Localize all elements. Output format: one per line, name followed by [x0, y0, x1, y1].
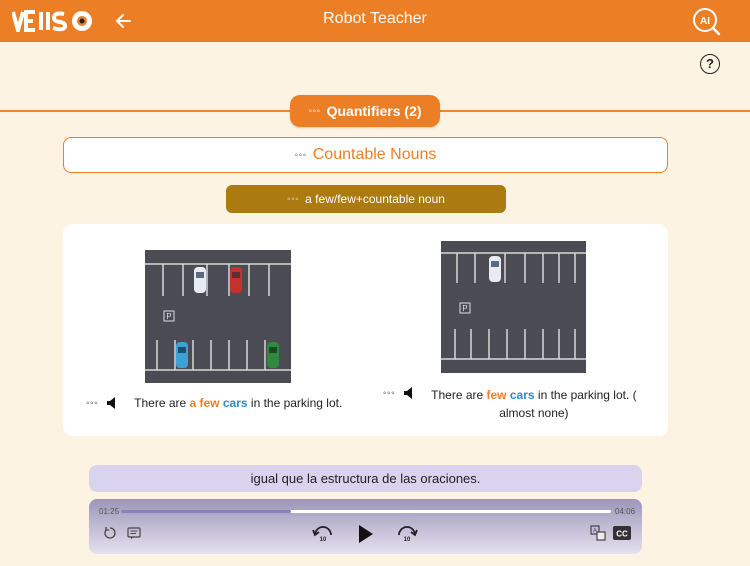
rewind-10-icon[interactable]: 10	[311, 523, 335, 543]
current-time: 01:25	[99, 507, 120, 516]
subtitle-text: igual que la estructura de las oraciones…	[89, 465, 642, 492]
dots-icon: ◦◦◦	[86, 398, 99, 409]
car-icon	[194, 267, 206, 293]
sentence-text: There are few cars in the parking lot. (…	[431, 388, 637, 420]
help-button[interactable]: ?	[700, 54, 720, 74]
speaker-icon[interactable]	[403, 386, 417, 400]
topic-title: Countable Nouns	[312, 146, 437, 163]
subtopic-title: a few/few+countable noun	[305, 192, 445, 206]
dots-icon: ◦◦◦	[308, 105, 321, 117]
car-icon	[489, 256, 501, 282]
rewind-label: 10	[320, 537, 327, 543]
svg-text:A: A	[593, 529, 597, 535]
example-sentence-2: ◦◦◦ There are few cars in the parking lo…	[383, 386, 673, 422]
translate-icon[interactable]: A	[590, 525, 606, 541]
parking-sign-label: P	[166, 312, 171, 321]
top-bar: Robot Teacher AI	[0, 0, 750, 42]
example-sentence-1: ◦◦◦ There are a few cars in the parking …	[86, 396, 376, 410]
progress-track[interactable]	[121, 510, 611, 513]
forward-label: 10	[404, 537, 411, 543]
total-time: 04:06	[615, 507, 636, 516]
page-title: Robot Teacher	[323, 10, 427, 27]
section-title: Quantifiers (2)	[326, 103, 422, 119]
dots-icon: ◦◦◦	[383, 388, 396, 399]
topic-box[interactable]: ◦◦◦ Countable Nouns	[63, 137, 668, 173]
parking-sign-label: P	[462, 304, 467, 313]
forward-10-icon[interactable]: 10	[395, 523, 419, 543]
cc-label: CC	[616, 530, 628, 539]
closed-captions-icon[interactable]: CC	[613, 526, 631, 540]
progress-fill	[121, 510, 291, 513]
sentence-text: There are a few cars in the parking lot.	[134, 396, 343, 410]
section-title-button[interactable]: ◦◦◦ Quantifiers (2)	[290, 95, 440, 127]
ai-label: AI	[700, 16, 710, 27]
ai-search-icon[interactable]: AI	[692, 7, 722, 37]
dots-icon: ◦◦◦	[287, 193, 300, 205]
play-icon[interactable]	[357, 524, 375, 544]
transcript-icon[interactable]	[127, 527, 141, 540]
audio-player: 01:25 04:06 10 10 A CC	[89, 499, 642, 554]
parking-lot-few-cars-image: P	[145, 250, 291, 383]
speaker-icon[interactable]	[106, 396, 120, 410]
replay-icon[interactable]	[103, 526, 117, 540]
car-icon	[267, 342, 279, 368]
dots-icon: ◦◦◦	[294, 149, 307, 161]
subtopic-button[interactable]: ◦◦◦ a few/few+countable noun	[226, 185, 506, 213]
parking-lot-few-cars-image-2: P	[441, 241, 586, 373]
example-card: P P ◦◦◦ There are a few cars in the park…	[63, 224, 668, 436]
car-icon	[176, 342, 188, 368]
car-icon	[230, 267, 242, 293]
